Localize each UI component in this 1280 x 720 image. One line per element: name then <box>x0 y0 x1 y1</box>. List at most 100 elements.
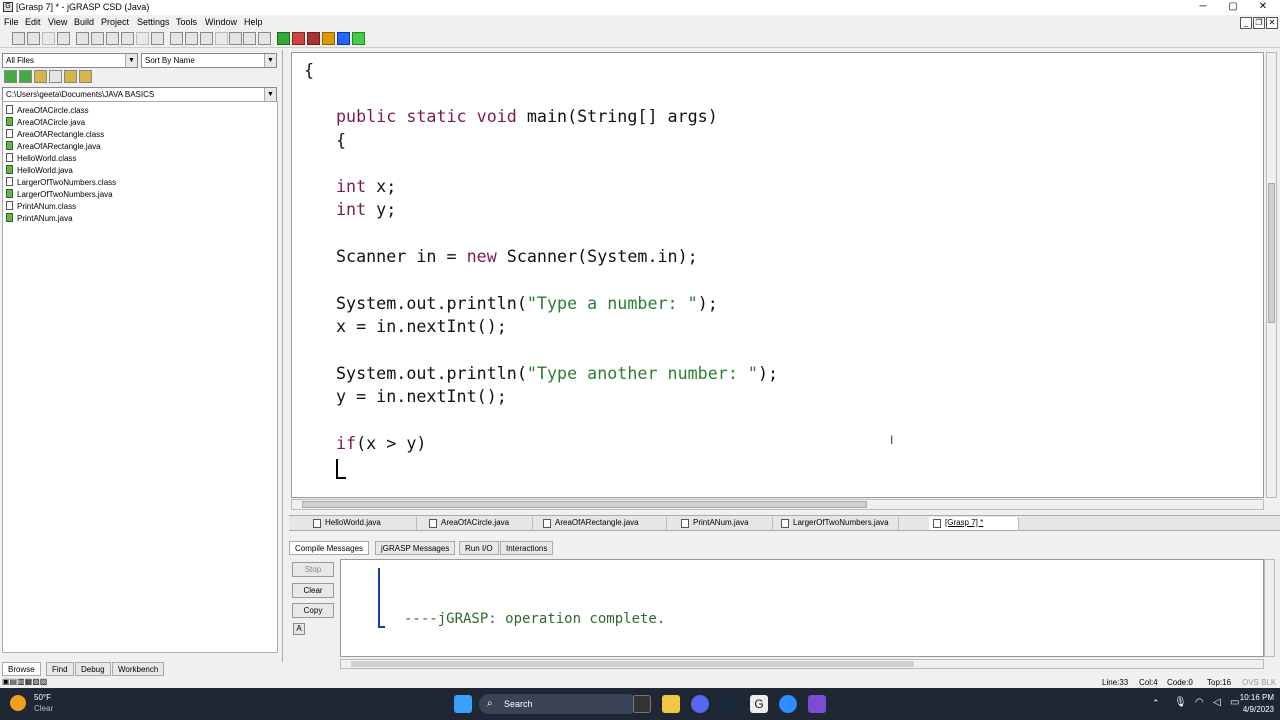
tab-areaofarectangle[interactable]: AreaOfARectangle.java <box>539 517 667 530</box>
font-icon[interactable] <box>151 32 164 45</box>
wifi-icon[interactable]: ◠ <box>1195 697 1204 708</box>
doc-icon[interactable] <box>200 32 213 45</box>
tab-run-io[interactable]: Run I/O <box>459 541 499 555</box>
code-string: "Type a number: " <box>526 293 698 313</box>
scroll-thumb[interactable] <box>351 661 914 667</box>
paste-icon[interactable] <box>106 32 119 45</box>
menu-file[interactable]: File <box>4 17 19 27</box>
volume-icon[interactable]: ◁ <box>1213 697 1221 708</box>
zoom-icon[interactable] <box>779 695 797 713</box>
clock-time[interactable]: 10:16 PM <box>1234 693 1274 702</box>
scroll-thumb[interactable] <box>1268 183 1275 323</box>
menu-help[interactable]: Help <box>244 17 263 27</box>
tab-workbench[interactable]: Workbench <box>112 662 165 676</box>
tab-printanum[interactable]: PrintANum.java <box>677 517 773 530</box>
menu-tools[interactable]: Tools <box>176 17 197 27</box>
clear-button[interactable]: Clear <box>292 583 334 598</box>
taskbar-search[interactable]: ⌕ Search <box>479 694 639 714</box>
steam-icon[interactable] <box>720 695 738 713</box>
menu-project[interactable]: Project <box>101 17 129 27</box>
video-editor-icon[interactable] <box>808 695 826 713</box>
jgrasp-icon[interactable]: G <box>750 695 768 713</box>
chevron-up-icon[interactable]: ⌃ <box>1152 698 1160 709</box>
list-item[interactable]: AreaOfACircle.java <box>6 117 85 129</box>
menu-window[interactable]: Window <box>205 17 237 27</box>
discord-icon[interactable] <box>691 695 709 713</box>
maximize-button[interactable]: ▢ <box>1218 0 1248 15</box>
windows-start-icon[interactable] <box>454 695 472 713</box>
menu-edit[interactable]: Edit <box>25 17 41 27</box>
stop-button[interactable]: Stop <box>292 562 334 577</box>
clock-date[interactable]: 4/9/2023 <box>1234 705 1274 714</box>
sort-select[interactable]: Sort By Name ▼ <box>141 53 277 68</box>
list-item[interactable]: PrintANum.class <box>6 201 76 213</box>
menu-build[interactable]: Build <box>74 17 94 27</box>
minimize-button[interactable]: ─ <box>1188 0 1218 15</box>
file-explorer-icon[interactable] <box>662 695 680 713</box>
tab-find[interactable]: Find <box>46 662 74 676</box>
list-item[interactable]: AreaOfACircle.class <box>6 105 89 117</box>
code-editor[interactable]: { public static void main(String[] args)… <box>291 52 1264 498</box>
uml-icon[interactable] <box>229 32 242 45</box>
tab-interactions[interactable]: Interactions <box>500 541 554 555</box>
file-filter-select[interactable]: All Files ▼ <box>2 53 138 68</box>
list-item[interactable]: LargerOfTwoNumbers.class <box>6 177 116 189</box>
print-icon[interactable] <box>57 32 70 45</box>
compile-icon[interactable] <box>277 32 290 45</box>
font-size-icon[interactable]: A <box>293 623 305 635</box>
list-item[interactable]: HelloWorld.java <box>6 165 73 177</box>
interface-icon[interactable] <box>258 32 271 45</box>
tab-grasp7[interactable]: [Grasp 7] * <box>929 517 1019 530</box>
tab-compile-messages[interactable]: Compile Messages <box>289 541 370 555</box>
cut-icon[interactable] <box>76 32 89 45</box>
list-item[interactable]: HelloWorld.class <box>6 153 76 165</box>
copy-icon[interactable] <box>91 32 104 45</box>
forward-icon[interactable] <box>19 70 32 83</box>
generate-csd-icon[interactable] <box>170 32 183 45</box>
tab-browse[interactable]: Browse <box>2 662 41 676</box>
epic-games-icon[interactable] <box>633 695 651 713</box>
save-all-icon[interactable] <box>42 32 55 45</box>
tab-jgrasp-messages[interactable]: jGRASP Messages <box>375 541 456 555</box>
refresh-icon[interactable] <box>49 70 62 83</box>
canvas-icon[interactable] <box>337 32 350 45</box>
list-item[interactable]: AreaOfARectangle.java <box>6 141 101 153</box>
mdi-close-icon[interactable]: ✕ <box>1266 17 1278 29</box>
viewer-icon[interactable] <box>352 32 365 45</box>
microphone-icon[interactable]: 🎙 <box>1174 697 1187 708</box>
back-icon[interactable] <box>4 70 17 83</box>
home-folder-icon[interactable] <box>79 70 92 83</box>
copy-button[interactable]: Copy <box>292 603 334 618</box>
menu-view[interactable]: View <box>48 17 67 27</box>
tab-helloworld[interactable]: HelloWorld.java <box>309 517 417 530</box>
window-tile-icons[interactable]: ▣▤▥▦▧▨ <box>2 677 62 687</box>
list-item[interactable]: PrintANum.java <box>6 213 73 225</box>
tab-largeroftwonumbers[interactable]: LargerOfTwoNumbers.java <box>777 517 899 530</box>
list-item[interactable]: AreaOfARectangle.class <box>6 129 104 141</box>
editor-vertical-scrollbar[interactable] <box>1266 52 1277 498</box>
editor-horizontal-scrollbar[interactable] <box>291 499 1264 510</box>
mdi-minimize-icon[interactable]: _ <box>1240 17 1252 29</box>
open-icon[interactable] <box>12 32 25 45</box>
debug-icon[interactable] <box>307 32 320 45</box>
save-icon[interactable] <box>27 32 40 45</box>
path-select[interactable]: C:\Users\geeta\Documents\JAVA BASICS ▼ <box>2 87 277 102</box>
scroll-thumb[interactable] <box>302 501 867 508</box>
redo-icon[interactable] <box>136 32 149 45</box>
new-folder-icon[interactable] <box>64 70 77 83</box>
message-vertical-scrollbar[interactable] <box>1264 559 1275 657</box>
pin-icon[interactable] <box>215 32 228 45</box>
mdi-restore-icon[interactable]: ❐ <box>1253 17 1265 29</box>
close-button[interactable]: ✕ <box>1248 0 1278 15</box>
step-icon[interactable] <box>322 32 335 45</box>
tab-areaofacircle[interactable]: AreaOfACircle.java <box>425 517 533 530</box>
list-item[interactable]: LargerOfTwoNumbers.java <box>6 189 113 201</box>
remove-csd-icon[interactable] <box>185 32 198 45</box>
message-horizontal-scrollbar[interactable] <box>340 659 1264 669</box>
tree-icon[interactable] <box>243 32 256 45</box>
undo-icon[interactable] <box>121 32 134 45</box>
folder-up-icon[interactable] <box>34 70 47 83</box>
tab-debug[interactable]: Debug <box>75 662 111 676</box>
run-icon[interactable] <box>292 32 305 45</box>
menu-settings[interactable]: Settings <box>137 17 170 27</box>
